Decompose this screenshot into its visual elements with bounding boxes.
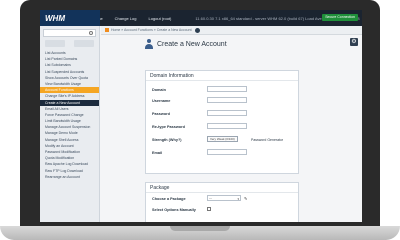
domain-input[interactable] <box>207 86 247 92</box>
screen: Home Change Log Logout (root) 11.60.0.30… <box>40 10 362 222</box>
panel-heading: Package <box>146 183 298 193</box>
username-label: Username <box>152 98 171 103</box>
home-icon[interactable] <box>105 28 109 32</box>
package-panel: Package Choose a Package --- ▾ ✎ Select … <box>145 182 299 222</box>
retype-password-row: Re-type Password <box>146 121 298 132</box>
breadcrumb: Home » Account Functions » Create a New … <box>101 26 362 35</box>
choose-package-row: Choose a Package --- ▾ ✎ <box>146 193 298 204</box>
email-row: Email <box>146 147 298 158</box>
favorites-toggle[interactable] <box>44 40 65 47</box>
select-options-row: Select Options Manually <box>146 204 298 215</box>
panel-heading: Domain Information <box>146 71 298 81</box>
sidebar-item[interactable]: Rearrange an Account <box>40 174 99 180</box>
package-select[interactable]: --- ▾ <box>207 195 241 201</box>
sidebar-search-input[interactable] <box>43 29 96 37</box>
retype-password-label: Re-type Password <box>152 124 185 129</box>
password-label: Password <box>152 111 170 116</box>
username-row: Username <box>146 95 298 106</box>
secure-connection-badge: Secure Connection <box>322 14 358 21</box>
laptop-notch <box>170 226 230 231</box>
username-input[interactable] <box>207 97 247 103</box>
edit-icon[interactable]: ✎ <box>244 196 247 201</box>
search-icon <box>89 31 93 35</box>
domain-information-panel: Domain Information Domain Username Passw… <box>145 70 299 174</box>
select-options-label: Select Options Manually <box>152 207 196 212</box>
collapse-toggle[interactable] <box>74 40 95 47</box>
chevron-down-icon: ▾ <box>237 197 239 201</box>
retype-password-input[interactable] <box>207 123 247 129</box>
help-icon[interactable] <box>194 27 200 33</box>
strength-meter: Very Weak (0/100) <box>207 136 238 142</box>
page-header: Create a New Account <box>101 35 362 53</box>
page-title: Create a New Account <box>157 40 227 48</box>
nav-change-log[interactable]: Change Log <box>115 16 137 21</box>
sidebar: WHM List Accounts List Parked Domains List… <box>40 10 100 222</box>
password-generator-button[interactable]: Password Generator <box>251 138 283 142</box>
main-content: Home » Account Functions » Create a New … <box>101 26 362 222</box>
choose-package-label: Choose a Package <box>152 196 186 201</box>
email-label: Email <box>152 150 163 155</box>
domain-row: Domain <box>146 84 298 95</box>
package-select-value: --- <box>209 196 212 200</box>
password-input[interactable] <box>207 110 247 116</box>
password-row: Password <box>146 108 298 119</box>
nav-logout[interactable]: Logout (root) <box>148 16 171 21</box>
strength-label[interactable]: Strength (Why?) <box>152 138 182 142</box>
gear-icon[interactable]: ⚙ <box>350 38 358 46</box>
sidebar-list: List Accounts List Parked Domains List Sub… <box>40 50 99 180</box>
user-icon <box>145 39 153 49</box>
sidebar-tools <box>40 40 99 47</box>
email-input[interactable] <box>207 149 247 155</box>
select-options-checkbox[interactable] <box>207 207 211 211</box>
domain-label: Domain <box>152 87 166 92</box>
whm-logo: WHM <box>40 10 100 26</box>
breadcrumb-text[interactable]: Home » Account Functions » Create a New … <box>111 28 192 32</box>
strength-row: Strength (Why?) Very Weak (0/100) Passwo… <box>146 134 298 145</box>
